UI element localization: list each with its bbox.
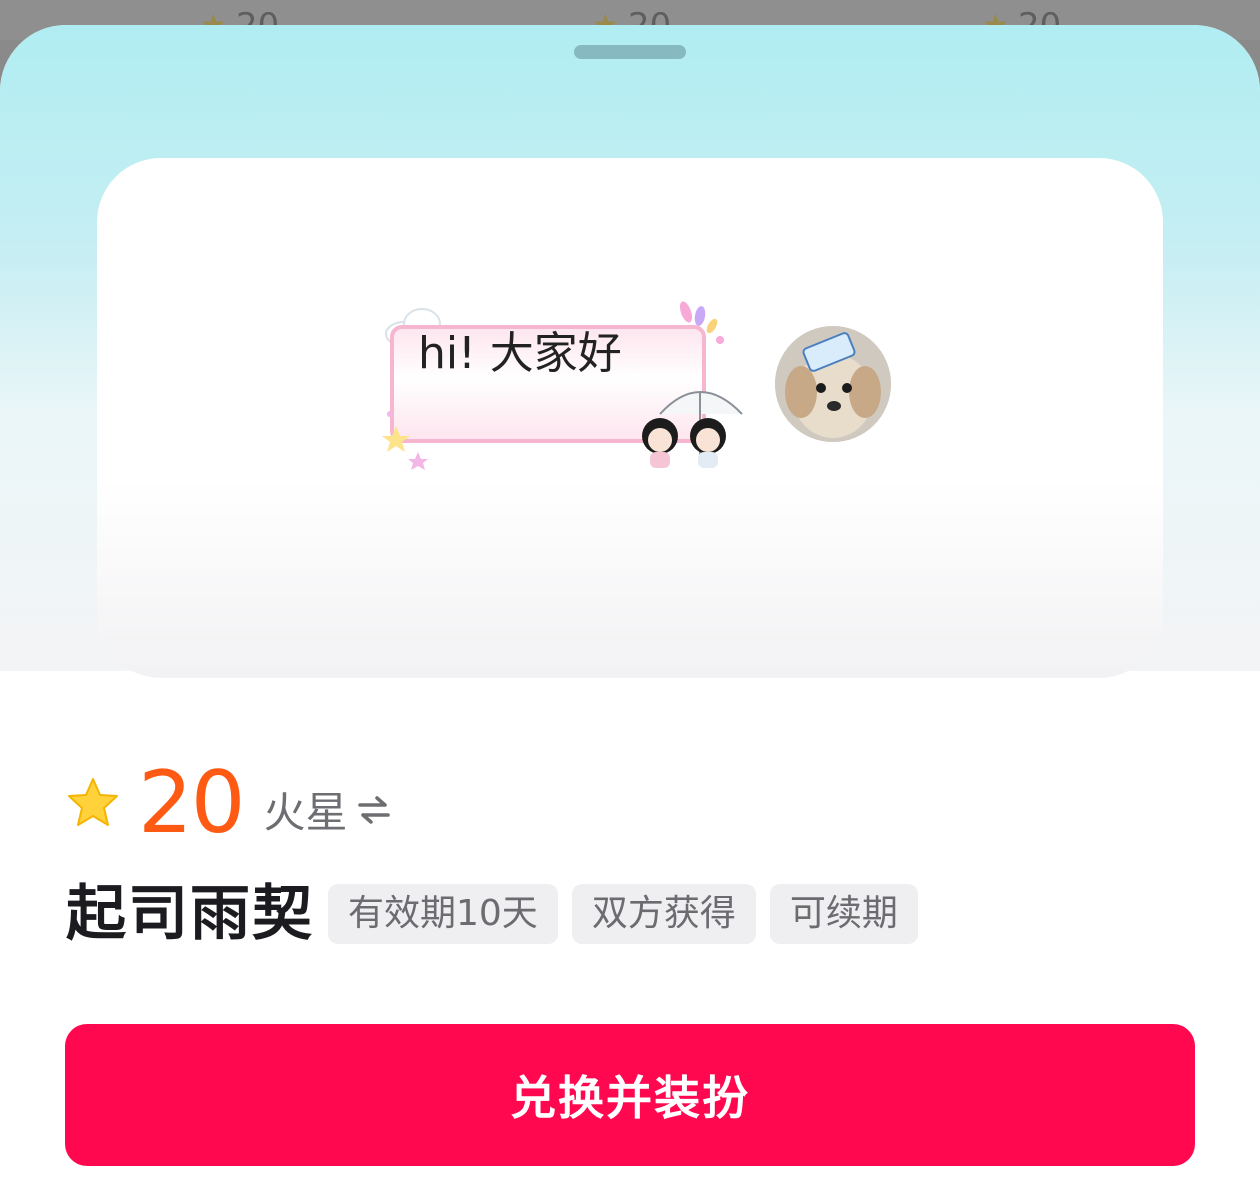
price-currency: 火星 — [263, 787, 348, 837]
preview-area: hi! 大家好 — [0, 25, 1260, 678]
price-value: 20 — [138, 753, 245, 853]
tag-both-receive: 双方获得 — [571, 884, 756, 944]
star-decoration-icon — [382, 411, 428, 470]
avatar[interactable] — [775, 326, 891, 442]
swap-arrows-icon[interactable] — [357, 795, 391, 825]
redeem-and-equip-button[interactable]: 兑换并装扮 — [65, 1024, 1195, 1166]
chat-bubble-preview: hi! 大家好 — [382, 298, 762, 478]
bubble-text: hi! 大家好 — [418, 328, 622, 379]
drag-handle[interactable] — [574, 45, 686, 59]
tag-validity: 有效期10天 — [328, 884, 558, 944]
bottom-sheet: hi! 大家好 20 火星 起司雨契 有效期10天 双方获得 可续期 兑换并装扮 — [0, 25, 1260, 1186]
star-icon — [68, 778, 118, 826]
preview-card: hi! 大家好 — [97, 158, 1163, 678]
title-row: 起司雨契 有效期10天 双方获得 可续期 — [66, 879, 918, 949]
item-name: 起司雨契 — [66, 879, 314, 949]
umbrella-characters-icon — [642, 391, 743, 468]
dog-avatar-image — [775, 326, 891, 442]
sparkle-icon — [679, 301, 724, 344]
price-row: 20 火星 — [66, 753, 391, 853]
tag-renewable: 可续期 — [769, 884, 918, 944]
